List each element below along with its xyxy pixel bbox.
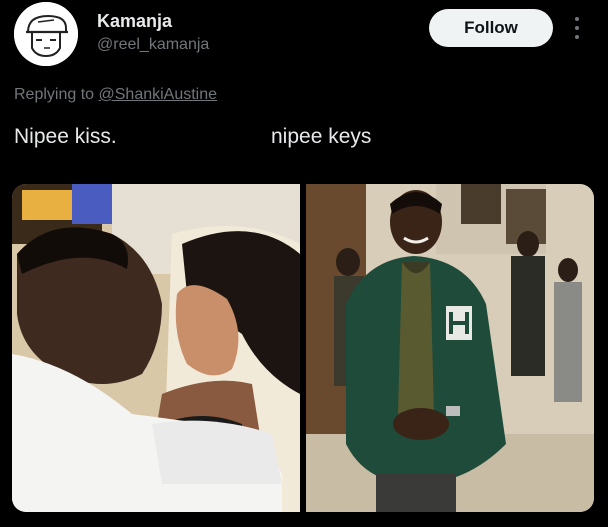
media-image-left[interactable] bbox=[12, 184, 300, 512]
sketch-face-icon bbox=[14, 2, 78, 66]
follow-button[interactable]: Follow bbox=[429, 9, 553, 47]
reply-context: Replying to @ShankiAustine bbox=[14, 86, 217, 104]
caption-left: Nipee kiss. bbox=[14, 125, 117, 148]
avatar[interactable] bbox=[14, 2, 78, 66]
couple-kissing-photo bbox=[12, 184, 300, 512]
media-grid bbox=[12, 184, 594, 512]
caption-right: nipee keys bbox=[271, 125, 372, 148]
reply-mention-link[interactable]: @ShankiAustine bbox=[99, 86, 218, 103]
more-options-icon[interactable] bbox=[566, 14, 588, 42]
reply-prefix: Replying to bbox=[14, 86, 95, 103]
media-image-right[interactable] bbox=[306, 184, 594, 512]
author-name[interactable]: Kamanja bbox=[97, 11, 172, 32]
author-handle[interactable]: @reel_kamanja bbox=[97, 36, 209, 54]
post-header: Kamanja @reel_kamanja Follow bbox=[0, 0, 608, 80]
man-green-jacket-photo bbox=[306, 184, 594, 512]
